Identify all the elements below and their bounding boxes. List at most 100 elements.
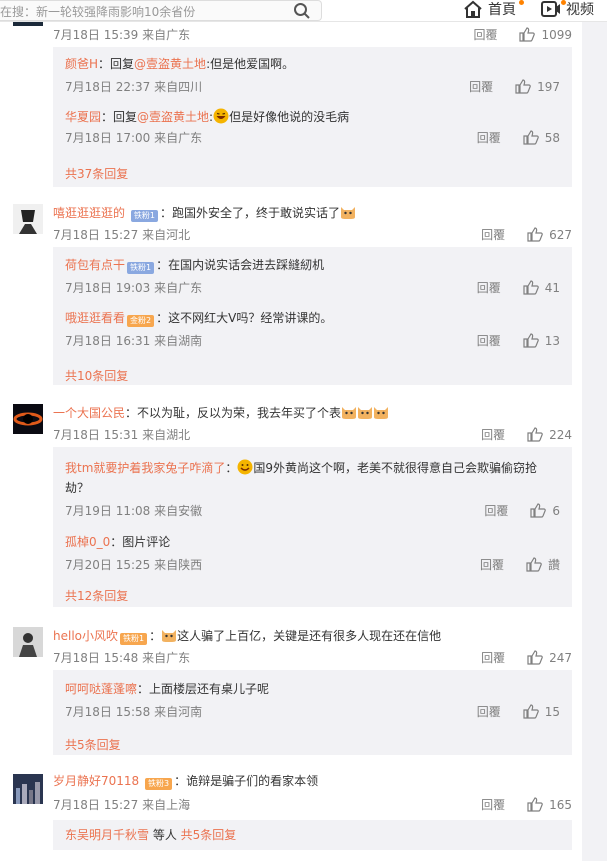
nav-video-label: 视频 <box>566 2 594 18</box>
reply-user[interactable]: 我tm就要护着我家兔子咋滴了 <box>65 461 225 475</box>
reply-button[interactable]: 回覆 <box>481 649 527 666</box>
avatar[interactable] <box>13 404 43 434</box>
reply-user[interactable]: 荷包有点干 <box>65 258 125 272</box>
comment-text: ：跑国外安全了，终于敢说实话了 <box>159 206 340 220</box>
reply-actions: 回覆 15 <box>477 703 560 720</box>
avatar[interactable] <box>13 774 43 804</box>
like-button[interactable]: 165 <box>527 797 572 812</box>
reply-meta: 7月19日 11:08 来自安徽 <box>65 504 203 518</box>
comment-user[interactable]: 嘻逛逛逛逛的 <box>53 206 125 220</box>
reply-button[interactable]: 回覆 <box>469 78 515 95</box>
reply-button[interactable]: 回覆 <box>477 332 523 349</box>
avatar[interactable] <box>13 204 43 234</box>
reply-summary: 东吴明月千秋雪 等人 共5条回复 <box>65 828 236 843</box>
reply-button[interactable]: 回覆 <box>484 502 530 519</box>
nav-video[interactable]: 视频 <box>541 0 594 18</box>
more-replies-link[interactable]: 共37条回复 <box>65 165 128 182</box>
nav-home-label: 首頁 <box>488 2 516 18</box>
reply-actions: 回覆 58 <box>477 129 560 146</box>
cat-emoji-icon <box>342 407 357 419</box>
mention-link[interactable]: @壹盗黄土地 <box>134 57 206 71</box>
reply-text: ：上面楼层还有桌儿子呢 <box>137 682 270 696</box>
mention-link[interactable]: @壹盗黄土地 <box>137 110 209 124</box>
fan-badge: 铁粉3 <box>145 778 173 790</box>
cat-emoji-icon <box>162 630 177 642</box>
like-button[interactable]: 6 <box>530 503 560 518</box>
reply-summary-text: 等人 <box>149 828 181 842</box>
reply-user[interactable]: 华夏园 <box>65 110 101 124</box>
nav-home[interactable]: 首頁 <box>463 0 524 18</box>
reply-text: 但是好像他说的没毛病 <box>229 110 350 124</box>
reply-text: ：图片评论 <box>110 535 171 549</box>
like-count: 224 <box>549 427 572 442</box>
like-button[interactable]: 1099 <box>519 27 572 42</box>
comment-meta: 7月18日 15:39 来自广东 <box>53 28 191 42</box>
comment-actions: 回覆 224 <box>481 426 572 443</box>
comment-actions: 回覆 627 <box>481 226 572 243</box>
thumbs-up-icon <box>523 130 539 145</box>
reply-button[interactable]: 回覆 <box>477 279 523 296</box>
comment-text: ：诡辩是骗子们的看家本领 <box>174 774 319 788</box>
reply-user[interactable]: 哦逛逛看看 <box>65 311 125 325</box>
reply-button[interactable]: 回覆 <box>481 426 527 443</box>
reply-text: :但是他爱国啊。 <box>206 57 295 71</box>
like-button[interactable]: 197 <box>515 79 560 94</box>
reply-button[interactable]: 回覆 <box>481 226 527 243</box>
like-button[interactable]: 247 <box>527 650 572 665</box>
reply-button[interactable]: 回覆 <box>477 703 523 720</box>
like-button[interactable]: 224 <box>527 427 572 442</box>
reply-meta: 7月18日 17:00 来自广东 <box>65 131 203 145</box>
reply-box: 颜爸H：回复@壹盗黄土地:但是他爱国啊。 7月18日 22:37 来自四川 回覆… <box>53 47 572 187</box>
thumbs-up-icon <box>530 503 547 518</box>
like-button[interactable]: 58 <box>523 130 560 145</box>
more-replies-link[interactable]: 共10条回复 <box>65 367 128 384</box>
reply-button[interactable]: 回覆 <box>477 129 523 146</box>
home-icon <box>464 0 482 18</box>
reply-button[interactable]: 回覆 <box>473 26 519 43</box>
reply-meta: 7月20日 15:25 来自陕西 <box>65 558 203 572</box>
scrollbar[interactable] <box>582 22 607 861</box>
like-button[interactable]: 13 <box>523 333 560 348</box>
reply-actions: 回覆 41 <box>477 279 560 296</box>
like-count: 247 <box>549 650 572 665</box>
thumbs-up-icon <box>523 704 539 719</box>
reply-user[interactable]: 呵呵哒蓬蓬嚓 <box>65 682 137 696</box>
top-bar: 在搜：新一轮较强降雨影响10余省份 首頁 视频 <box>0 0 607 22</box>
comment-actions: 回覆 165 <box>481 796 572 813</box>
comment-meta: 7月18日 15:27 来自河北 <box>53 228 191 242</box>
comment-user[interactable]: 岁月静好70118 <box>53 774 139 788</box>
thumbs-up-icon <box>527 650 543 665</box>
fan-badge: 铁粉1 <box>130 210 158 222</box>
like-count: 41 <box>544 280 560 295</box>
like-button[interactable]: 讚 <box>526 556 560 573</box>
like-count: 165 <box>549 797 572 812</box>
like-label: 讚 <box>547 558 560 572</box>
reply-button[interactable]: 回覆 <box>481 796 527 813</box>
search-placeholder: 在搜：新一轮较强降雨影响10余省份 <box>0 5 196 19</box>
reply-meta: 7月18日 19:03 来自广东 <box>65 281 203 295</box>
reply-box: 我tm就要护着我家兔子咋滴了： 国9外黄尚这个啊，老美不就很得意自己会欺骗偷窃抢 … <box>53 447 572 607</box>
reply-user[interactable]: 颜爸H <box>65 57 98 71</box>
comment-user[interactable]: 一个大国公民 <box>53 406 125 420</box>
search-icon[interactable] <box>293 2 311 20</box>
like-count: 58 <box>544 130 560 145</box>
reply-user[interactable]: 孤棹0_0 <box>65 535 110 549</box>
fan-badge: 铁粉1 <box>120 633 148 645</box>
like-count: 6 <box>552 503 560 518</box>
thumbs-up-icon <box>527 797 543 812</box>
like-button[interactable]: 15 <box>523 704 560 719</box>
reply-meta: 7月18日 15:58 来自河南 <box>65 705 203 719</box>
reply-actions: 回覆 13 <box>477 332 560 349</box>
like-button[interactable]: 627 <box>527 227 572 242</box>
more-replies-link[interactable]: 共12条回复 <box>65 587 128 604</box>
like-button[interactable]: 41 <box>523 280 560 295</box>
comment-user[interactable]: hello小风吹 <box>53 629 118 643</box>
more-replies-link[interactable]: 共5条回复 <box>181 828 237 842</box>
reply-user[interactable]: 东吴明月千秋雪 <box>65 828 149 842</box>
more-replies-link[interactable]: 共5条回复 <box>65 736 121 753</box>
reply-button[interactable]: 回覆 <box>480 556 526 573</box>
thumbs-up-icon <box>519 27 536 42</box>
search-box[interactable]: 在搜：新一轮较强降雨影响10余省份 <box>0 0 322 21</box>
avatar[interactable] <box>13 627 43 657</box>
like-count: 15 <box>544 704 560 719</box>
